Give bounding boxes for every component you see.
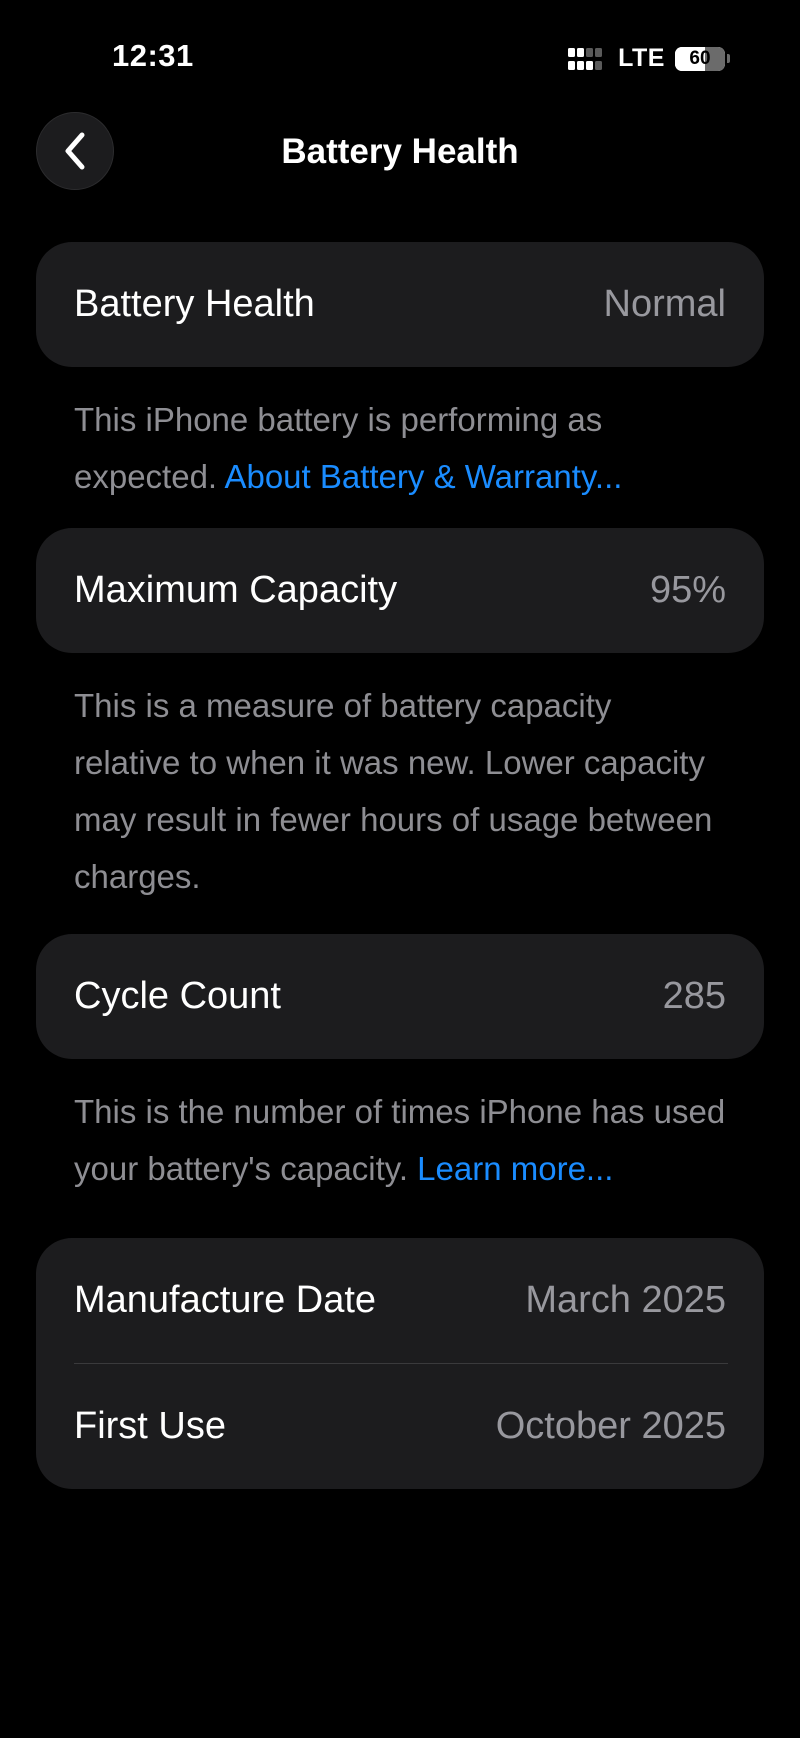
- battery-health-footnote: This iPhone battery is performing as exp…: [36, 367, 764, 528]
- cycle-count-card: Cycle Count 285: [36, 934, 764, 1059]
- status-time: 12:31: [112, 38, 194, 73]
- signal-bars-icon: [568, 47, 603, 70]
- manufacture-date-label: Manufacture Date: [74, 1279, 377, 1321]
- battery-health-label: Battery Health: [74, 283, 315, 325]
- learn-more-link[interactable]: Learn more...: [417, 1150, 613, 1187]
- maximum-capacity-label: Maximum Capacity: [74, 569, 398, 611]
- cycle-count-footnote-text: This is the number of times iPhone has u…: [74, 1093, 726, 1187]
- first-use-value: October 2025: [495, 1405, 726, 1447]
- nav-bar: Battery Health: [0, 112, 800, 192]
- cycle-count-label: Cycle Count: [74, 975, 281, 1017]
- battery-health-row: Battery Health Normal: [36, 242, 764, 367]
- cycle-count-row: Cycle Count 285: [36, 934, 764, 1059]
- battery-health-card: Battery Health Normal: [36, 242, 764, 367]
- manufacture-date-row: Manufacture Date March 2025: [36, 1238, 764, 1363]
- battery-icon: 60: [675, 46, 730, 71]
- battery-health-value: Normal: [603, 283, 726, 325]
- maximum-capacity-footnote-text: This is a measure of battery capacity re…: [74, 687, 713, 895]
- first-use-row: First Use October 2025: [36, 1364, 764, 1489]
- maximum-capacity-footnote: This is a measure of battery capacity re…: [36, 653, 764, 934]
- maximum-capacity-card: Maximum Capacity 95%: [36, 528, 764, 653]
- first-use-label: First Use: [74, 1405, 226, 1447]
- battery-health-content: Battery Health Normal This iPhone batter…: [36, 242, 764, 1489]
- status-indicators: LTE 60: [568, 44, 730, 73]
- about-battery-warranty-link[interactable]: About Battery & Warranty...: [224, 458, 622, 495]
- page-title: Battery Health: [281, 132, 519, 171]
- maximum-capacity-value: 95%: [649, 569, 726, 611]
- cycle-count-value: 285: [662, 975, 726, 1017]
- network-type: LTE: [618, 44, 665, 72]
- maximum-capacity-row: Maximum Capacity 95%: [36, 528, 764, 653]
- dates-card: Manufacture Date March 2025 First Use Oc…: [36, 1238, 764, 1489]
- battery-level: 60: [689, 47, 711, 69]
- manufacture-date-value: March 2025: [525, 1279, 726, 1321]
- status-bar: 12:31 LTE 60: [0, 0, 800, 110]
- cycle-count-footnote: This is the number of times iPhone has u…: [36, 1059, 764, 1238]
